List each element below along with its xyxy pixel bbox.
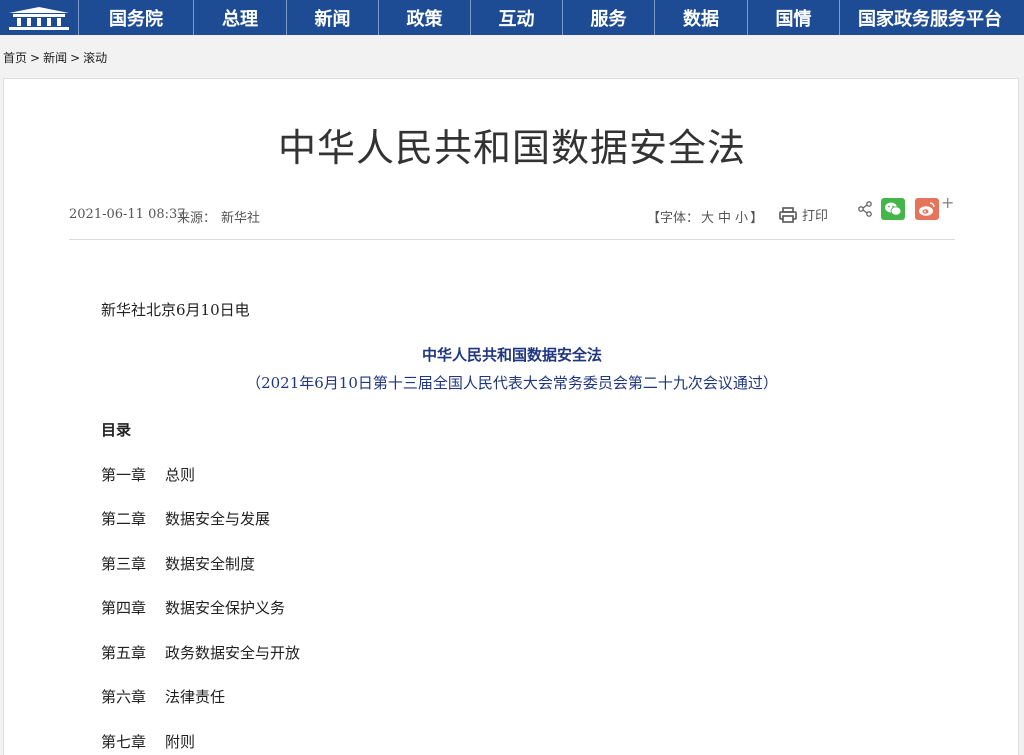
toc-chapter-item: 第四章 数据安全保护义务 [101,597,285,618]
toc-chapter-item: 第五章 政务数据安全与开放 [101,642,300,663]
chapter-number: 第七章 [101,733,147,751]
article-meta-bar: 2021-06-11 08:37 来源： 新华社 【字体：大中小】 打印 + [69,193,955,240]
share-icon[interactable] [857,201,873,221]
font-size-selector: 【字体：大中小】 [647,207,763,226]
toc-chapter-item: 第六章 法律责任 [101,686,225,707]
government-logo-icon[interactable] [0,0,79,35]
nav-item-data[interactable]: 数据 [655,0,748,35]
chapter-number: 第一章 [101,466,147,484]
article-dateline: 新华社北京6月10日电 [101,301,250,319]
chapter-number: 第二章 [101,510,147,528]
chapter-name: 总则 [165,466,196,484]
toc-chapter-item: 第一章 总则 [101,464,195,485]
nav-item-policy[interactable]: 政策 [379,0,471,35]
toc-chapter-item: 第三章 数据安全制度 [101,553,255,574]
chapter-name: 数据安全保护义务 [165,599,286,617]
breadcrumb-rolling[interactable]: 滚动 [83,51,107,65]
toc-chapter-item: 第二章 数据安全与发展 [101,508,270,529]
nav-item-services[interactable]: 服务 [563,0,655,35]
printer-icon [779,206,797,223]
nav-item-premier[interactable]: 总理 [194,0,287,35]
font-size-label: 【字体： [647,211,700,226]
law-title: 中华人民共和国数据安全法 [421,346,602,364]
chapter-number: 第三章 [101,555,147,573]
chapter-name: 附则 [165,733,196,751]
font-size-small-button[interactable]: 小 [735,211,748,226]
more-share-button[interactable]: + [941,193,954,212]
source-label: 来源： [177,211,217,226]
breadcrumb-news[interactable]: 新闻 [43,51,67,65]
source-name: 新华社 [221,211,261,226]
breadcrumb-separator: > [30,51,41,65]
chapter-number: 第四章 [101,599,147,617]
article-title: 中华人民共和国数据安全法 [277,126,746,170]
chapter-number: 第五章 [101,644,147,662]
chapter-number: 第六章 [101,688,147,706]
wechat-share-icon[interactable] [881,198,905,220]
chapter-name: 政务数据安全与开放 [165,644,301,662]
top-navigation: 国务院 总理 新闻 政策 互动 服务 数据 国情 国家政务服务平台 [0,0,1024,35]
breadcrumb-separator: > [70,51,81,65]
font-size-large-button[interactable]: 大 [701,211,714,226]
nav-item-state-council[interactable]: 国务院 [79,0,194,35]
chapter-name: 法律责任 [165,688,226,706]
font-size-medium-button[interactable]: 中 [718,211,731,226]
print-label: 打印 [802,209,829,224]
font-size-close-bracket: 】 [750,211,764,226]
print-button[interactable]: 打印 [779,205,828,224]
table-of-contents-heading: 目录 [101,421,132,439]
nav-item-news[interactable]: 新闻 [287,0,379,35]
breadcrumb: 首页 > 新闻 > 滚动 [3,49,107,66]
article-card: 中华人民共和国数据安全法 2021-06-11 08:37 来源： 新华社 【字… [3,78,1019,755]
law-subtitle: （2021年6月10日第十三届全国人民代表大会常务委员会第二十九次会议通过） [246,374,778,392]
nav-item-government-service-platform[interactable]: 国家政务服务平台 [840,0,1005,35]
nav-item-interaction[interactable]: 互动 [471,0,563,35]
toc-chapter-item: 第七章 附则 [101,731,195,752]
breadcrumb-home[interactable]: 首页 [3,51,27,65]
weibo-share-icon[interactable] [915,198,939,220]
chapter-name: 数据安全与发展 [165,510,271,528]
nav-item-national-conditions[interactable]: 国情 [748,0,840,35]
publish-date: 2021-06-11 08:37 [69,207,186,222]
chapter-name: 数据安全制度 [165,555,256,573]
